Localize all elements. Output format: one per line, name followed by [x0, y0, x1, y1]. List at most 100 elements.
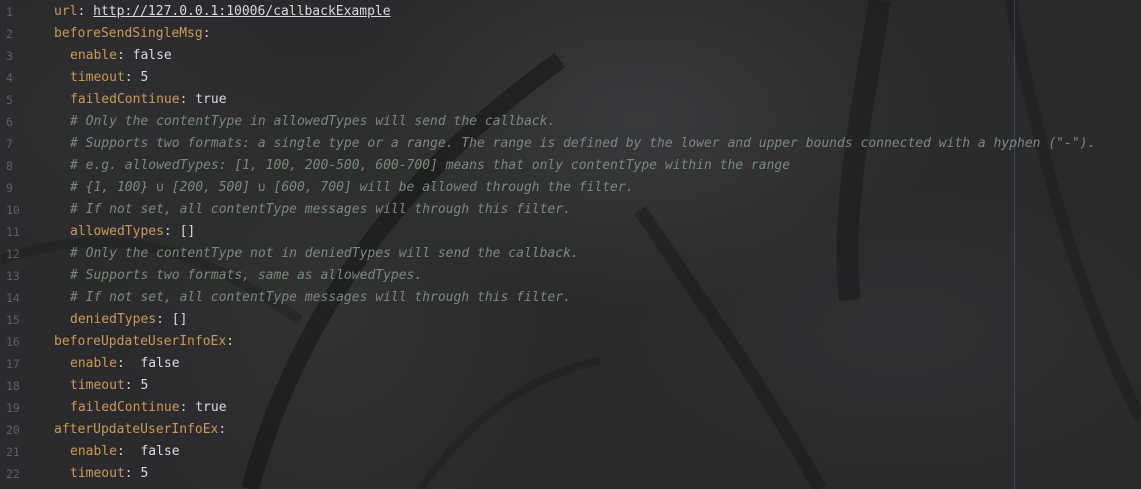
yaml-colon: : [124, 70, 141, 85]
code-line[interactable]: 7 # Supports two formats: a single type o… [0, 133, 1141, 155]
yaml-url-value[interactable]: http://127.0.0.1:10006/callbackExample [93, 4, 390, 19]
line-number: 1 [6, 5, 13, 19]
code-line[interactable]: 21 enable: false [0, 441, 1141, 463]
yaml-value: 5 [140, 378, 149, 393]
code-line[interactable]: 2 beforeSendSingleMsg: [0, 23, 1141, 45]
yaml-colon: : [116, 356, 133, 371]
code-line[interactable]: 22 timeout: 5 [0, 463, 1141, 485]
code-line[interactable]: 18 timeout: 5 [0, 375, 1141, 397]
code-line[interactable]: 10 # If not set, all contentType messages… [0, 199, 1141, 221]
line-number: 13 [6, 269, 20, 283]
line-content: enable: false [54, 441, 180, 463]
yaml-comment: # Supports two formats: a single type or… [70, 136, 1096, 151]
code-line[interactable]: 4 timeout: 5 [0, 67, 1141, 89]
line-number: 11 [6, 225, 20, 239]
yaml-value: 5 [140, 70, 149, 85]
code-line[interactable]: 15 deniedTypes: [] [0, 309, 1141, 331]
line-content: beforeSendSingleMsg: [54, 23, 211, 45]
code-line[interactable]: 19 failedContinue: true [0, 397, 1141, 419]
line-number: 21 [6, 445, 20, 459]
code-line[interactable]: 20 afterUpdateUserInfoEx: [0, 419, 1141, 441]
line-content: failedContinue: true [54, 89, 227, 111]
yaml-colon: : [116, 444, 133, 459]
line-content: allowedTypes: [] [54, 221, 195, 243]
yaml-colon: : [226, 334, 235, 349]
line-number: 16 [6, 335, 20, 349]
line-content: # Supports two formats: a single type or… [54, 133, 1095, 155]
yaml-colon: : [202, 26, 211, 41]
yaml-value: [] [171, 312, 188, 327]
yaml-value: 5 [140, 466, 149, 481]
yaml-comment: # If not set, all contentType messages w… [70, 290, 571, 305]
yaml-value: false [132, 356, 180, 371]
yaml-key: timeout [70, 378, 125, 393]
yaml-value: [] [179, 224, 196, 239]
line-content: timeout: 5 [54, 375, 148, 397]
line-content: # {1, 100} ∪ [200, 500] ∪ [600, 700] wil… [54, 177, 634, 199]
yaml-key: allowedTypes [70, 224, 164, 239]
yaml-comment: # Supports two formats, same as allowedT… [70, 268, 423, 283]
code-lines[interactable]: 1 url: http://127.0.0.1:10006/callbackExa… [0, 1, 1141, 485]
yaml-value: true [195, 400, 227, 415]
yaml-key: enable [70, 444, 117, 459]
code-line[interactable]: 5 failedContinue: true [0, 89, 1141, 111]
line-content: url: http://127.0.0.1:10006/callbackExam… [54, 1, 391, 23]
yaml-value: false [132, 444, 180, 459]
yaml-key: afterUpdateUserInfoEx [54, 422, 219, 437]
code-editor[interactable]: 1 url: http://127.0.0.1:10006/callbackExa… [0, 0, 1141, 489]
code-line[interactable]: 8 # e.g. allowedTypes: [1, 100, 200-500, … [0, 155, 1141, 177]
line-number: 10 [6, 203, 20, 217]
line-content: # Only the contentType not in deniedType… [54, 243, 579, 265]
yaml-comment: # Only the contentType not in deniedType… [70, 246, 579, 261]
yaml-colon: : [124, 466, 141, 481]
yaml-key: timeout [70, 70, 125, 85]
yaml-colon: : [124, 378, 141, 393]
line-number: 19 [6, 401, 20, 415]
code-line[interactable]: 3 enable: false [0, 45, 1141, 67]
line-content: timeout: 5 [54, 67, 148, 89]
code-line[interactable]: 1 url: http://127.0.0.1:10006/callbackExa… [0, 1, 1141, 23]
yaml-comment: # {1, 100} ∪ [200, 500] ∪ [600, 700] wil… [70, 180, 634, 195]
line-number: 2 [6, 27, 13, 41]
yaml-key: failedContinue [70, 400, 180, 415]
code-line[interactable]: 17 enable: false [0, 353, 1141, 375]
yaml-key: enable [70, 356, 117, 371]
yaml-colon: : [218, 422, 227, 437]
line-number: 8 [6, 159, 13, 173]
line-number: 6 [6, 115, 13, 129]
line-content: timeout: 5 [54, 463, 148, 485]
line-content: beforeUpdateUserInfoEx: [54, 331, 234, 353]
line-content: failedContinue: true [54, 397, 227, 419]
yaml-value: true [195, 92, 227, 107]
code-line[interactable]: 14 # If not set, all contentType messages… [0, 287, 1141, 309]
yaml-key: failedContinue [70, 92, 180, 107]
yaml-value: false [132, 48, 172, 63]
yaml-key: timeout [70, 466, 125, 481]
code-line[interactable]: 12 # Only the contentType not in deniedTy… [0, 243, 1141, 265]
line-number: 14 [6, 291, 20, 305]
line-content: # If not set, all contentType messages w… [54, 287, 571, 309]
code-line[interactable]: 9 # {1, 100} ∪ [200, 500] ∪ [600, 700] wi… [0, 177, 1141, 199]
yaml-comment: # If not set, all contentType messages w… [70, 202, 571, 217]
line-content: # Supports two formats, same as allowedT… [54, 265, 422, 287]
yaml-colon: : [163, 224, 180, 239]
yaml-key: url [54, 4, 78, 19]
yaml-key: beforeSendSingleMsg [54, 26, 203, 41]
yaml-comment: # e.g. allowedTypes: [1, 100, 200-500, 6… [70, 158, 791, 173]
line-content: deniedTypes: [] [54, 309, 187, 331]
code-line[interactable]: 13 # Supports two formats, same as allowe… [0, 265, 1141, 287]
code-line[interactable]: 16 beforeUpdateUserInfoEx: [0, 331, 1141, 353]
code-line[interactable]: 11 allowedTypes: [] [0, 221, 1141, 243]
line-number: 17 [6, 357, 20, 371]
line-content: # Only the contentType in allowedTypes w… [54, 111, 555, 133]
code-line[interactable]: 6 # Only the contentType in allowedTypes … [0, 111, 1141, 133]
line-content: # e.g. allowedTypes: [1, 100, 200-500, 6… [54, 155, 790, 177]
line-number: 22 [6, 467, 20, 481]
yaml-key: beforeUpdateUserInfoEx [54, 334, 227, 349]
line-number: 18 [6, 379, 20, 393]
yaml-colon: : [116, 48, 133, 63]
yaml-colon: : [179, 400, 196, 415]
line-number: 9 [6, 181, 13, 195]
line-content: afterUpdateUserInfoEx: [54, 419, 226, 441]
line-number: 5 [6, 93, 13, 107]
